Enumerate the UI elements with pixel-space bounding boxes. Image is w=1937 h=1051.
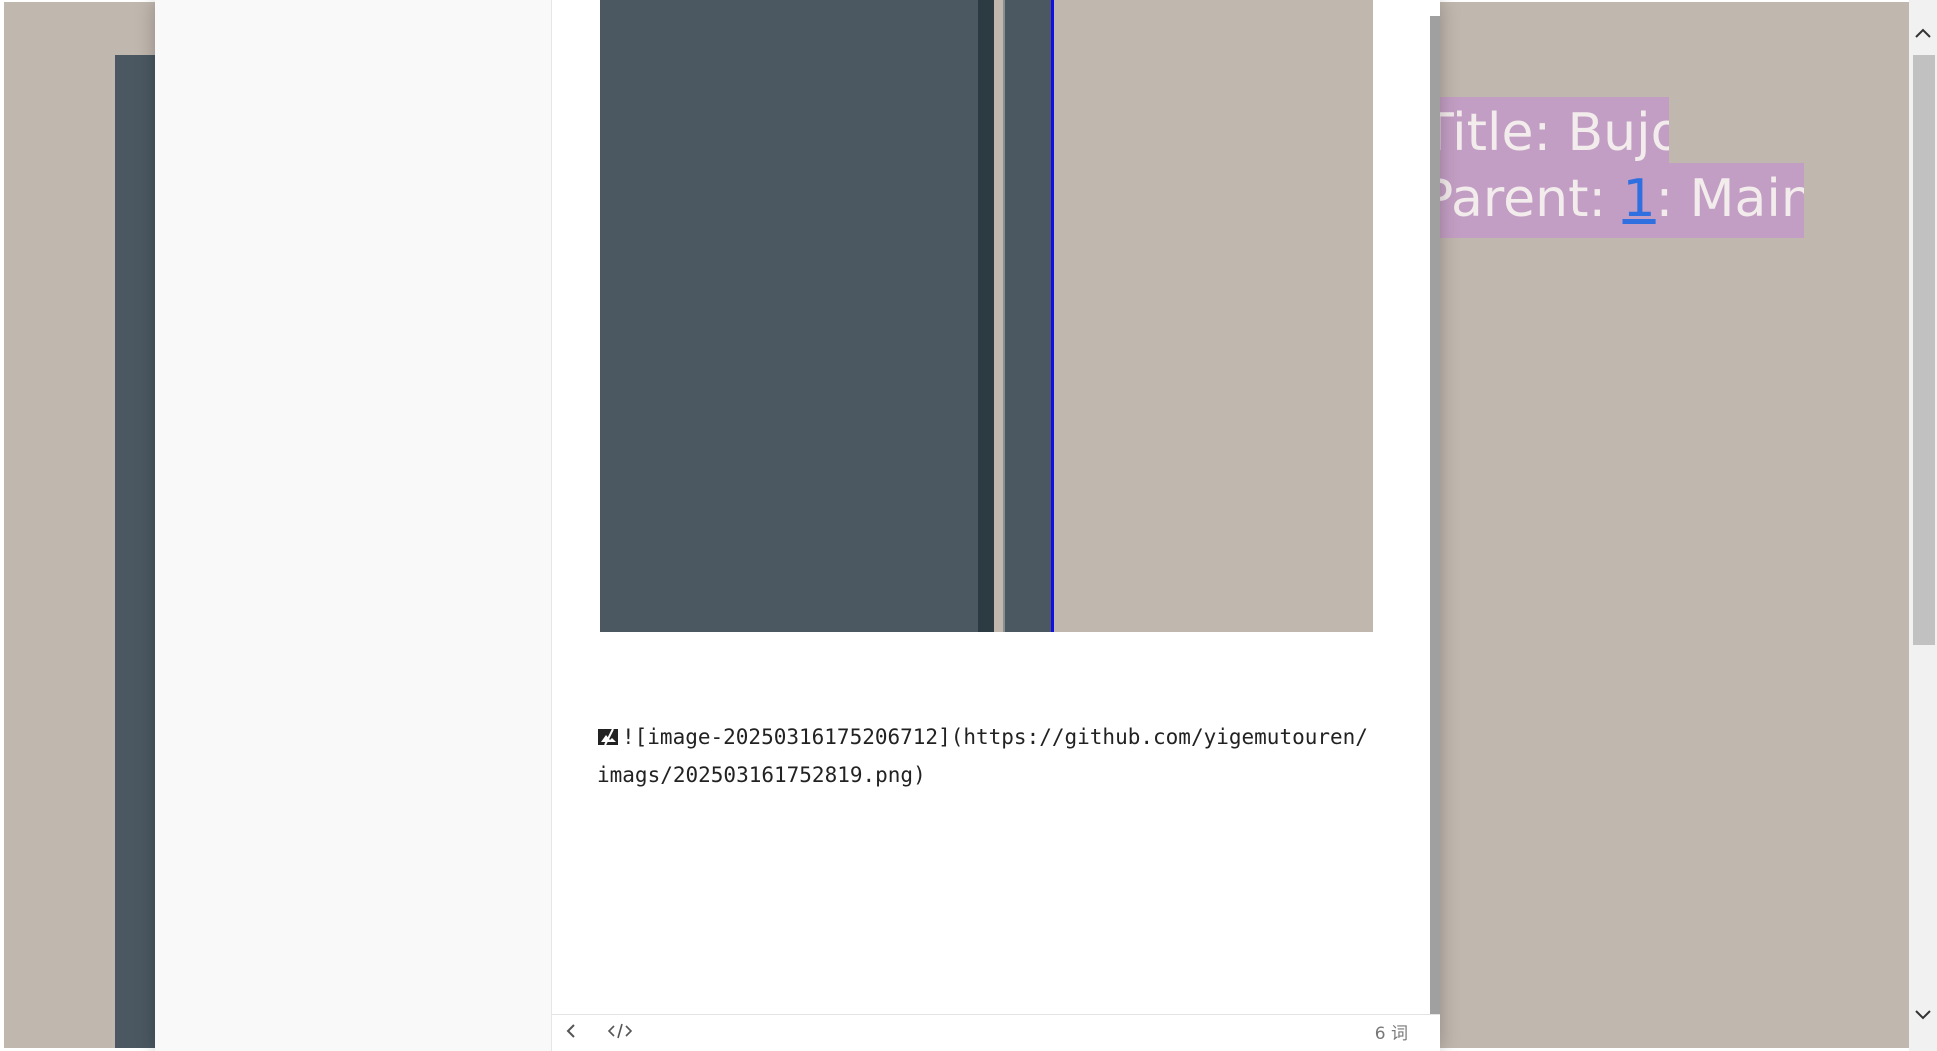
- page-scrollbar[interactable]: [1909, 0, 1937, 1051]
- chevron-down-icon[interactable]: [1909, 1002, 1937, 1030]
- parent-suffix: : Main: [1655, 169, 1804, 229]
- parent-link[interactable]: 1: [1623, 169, 1656, 229]
- chevron-left-icon[interactable]: [564, 1021, 582, 1047]
- markdown-image-source[interactable]: ![image-20250316175206712](https://githu…: [597, 718, 1377, 794]
- image-dark-panel: [600, 0, 978, 632]
- broken-image-icon: [597, 720, 619, 746]
- background-dark-panel: [115, 55, 160, 1048]
- background-parent-text: Parent: 1: Main: [1440, 163, 1804, 235]
- image-cursor-line: [1051, 0, 1054, 632]
- embedded-image[interactable]: [600, 0, 1373, 632]
- background-parent-label: Parent: 1: Main: [1440, 163, 1804, 238]
- image-mid-panel: [1005, 0, 1051, 632]
- editor-scrollbar[interactable]: [1430, 16, 1440, 1014]
- image-divider: [978, 0, 994, 632]
- editor-sidebar: [155, 0, 552, 1051]
- background-title-text: Title: Bujo: [1440, 103, 1669, 163]
- markdown-image-text: ![image-20250316175206712](https://githu…: [597, 725, 1368, 787]
- code-icon[interactable]: [607, 1021, 639, 1047]
- background-title-label: Title: Bujo: [1440, 97, 1669, 167]
- chevron-up-icon[interactable]: [1909, 20, 1937, 48]
- screen: Title: Bujo Parent: 1: Main: [0, 0, 1937, 1051]
- parent-prefix: Parent:: [1440, 169, 1623, 229]
- status-bar: 6 词: [552, 1014, 1440, 1051]
- word-count[interactable]: 6 词: [1375, 1023, 1408, 1045]
- page-scrollbar-thumb[interactable]: [1913, 55, 1935, 645]
